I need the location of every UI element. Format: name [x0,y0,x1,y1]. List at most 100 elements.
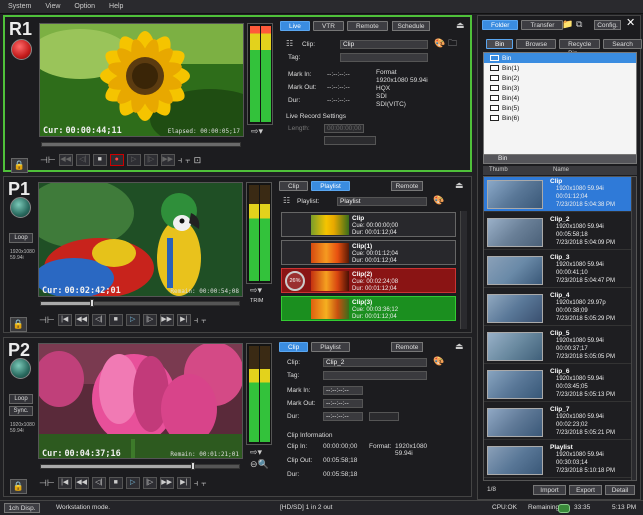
clip-list-item[interactable]: Clip_6 1920x1080 59.94i 00:03:45;05 7/23/20… [484,367,631,402]
rewind-button[interactable]: ◀◀ [74,477,89,489]
play-button[interactable]: ▷ [126,154,141,166]
mark-out-field[interactable]: --:--:--:-- [323,399,363,408]
export-button[interactable]: Export [569,485,602,495]
record-button[interactable] [11,39,32,60]
fast-forward-button[interactable]: ▶▶ [159,477,174,489]
length-spinner[interactable] [324,136,376,145]
r1-output-arrow-icon[interactable]: ⇨▾ [251,125,263,137]
p2-remote-button[interactable]: Remote [391,342,423,352]
p1-output-arrow-icon[interactable]: ⇨▾ [250,284,262,296]
detail-button[interactable]: Detail [605,485,635,495]
tab-clip[interactable]: Clip [279,342,309,352]
lock-icon[interactable]: 🔒 [10,317,27,332]
p2-scrub-bar[interactable] [40,462,240,470]
stop-button[interactable]: ■ [108,477,123,489]
zoom-icon[interactable]: ⊖🔍 [250,458,269,470]
menu-help[interactable]: Help [109,3,123,10]
tree-item[interactable]: Bin(2) [484,73,636,83]
schedule-button[interactable]: Schedule [392,21,430,31]
mark-in-icon[interactable]: ⫞ [178,154,183,166]
new-folder-icon[interactable]: 📁 [562,18,573,30]
tree-item[interactable]: Bin(1) [484,63,636,73]
p1-remote-button[interactable]: Remote [391,181,423,191]
eject-icon[interactable]: ⏏ [455,179,464,191]
rewind-button[interactable]: ◀◀ [58,154,73,166]
clip-list-item[interactable]: Clip_2 1920x1080 59.94i 00:05:58;18 7/23/20… [484,215,631,250]
mark-out-icon[interactable]: ⫟ [201,477,206,489]
rec-transport-button[interactable]: ● [109,154,124,166]
dur-field[interactable]: --:--:--:-- [323,412,363,421]
step-forward-button[interactable]: |▷ [142,477,157,489]
menu-system[interactable]: System [8,3,31,10]
mark-in-out-icon[interactable]: ⊣⊢ [40,154,56,166]
p1-scrub-bar[interactable] [40,299,240,307]
step-back-button[interactable]: ◁| [91,314,106,326]
disp-button[interactable]: 1ch Disp. [4,503,40,513]
import-button[interactable]: Import [533,485,566,495]
clip-list-item[interactable]: Clip 1920x1080 59.94i 00:01:12;04 7/23/2018… [484,177,631,212]
mark-out-icon[interactable]: ⫟ [201,314,206,326]
rewind-button[interactable]: ◀◀ [74,314,89,326]
apply-button[interactable] [369,412,399,421]
clip-list-item[interactable]: Playlist 1920x1080 59.94i 00:30:03;14 7/23/… [484,443,631,478]
length-field[interactable]: 00:00:00;00 [324,124,364,133]
col-name[interactable]: Name [553,166,569,175]
tab-clip[interactable]: Clip [279,181,309,191]
playlist-item-next[interactable]: Clip(3) Cue: 00:03:36;12 Dur: 00:01:12;0… [281,296,456,321]
tab-transfer[interactable]: Transfer [521,20,564,30]
stop-button[interactable]: ■ [92,154,107,166]
mark-out-icon[interactable]: ⫟ [185,154,190,166]
palette-icon[interactable]: 🎨 [434,37,445,49]
tab-remote[interactable]: Remote [346,21,388,31]
clip-list-item[interactable]: Clip_7 1920x1080 59.94i 00:02:23;02 7/23/20… [484,405,631,440]
p1-scrub-handle[interactable] [90,299,95,307]
config-button[interactable]: Config. [594,20,621,30]
step-back-button[interactable]: ◁| [91,477,106,489]
menu-option[interactable]: Option [74,3,95,10]
p1-jog-knob[interactable] [10,197,31,218]
go-end-button[interactable]: ▶| [176,477,191,489]
p2-output-arrow-icon[interactable]: ⇨▾ [250,446,262,458]
tab-bin[interactable]: Bin [486,39,514,49]
r1-scrub-bar[interactable] [41,142,241,147]
mark-in-field[interactable]: --:--:--:-- [323,386,363,395]
tree-item[interactable]: Bin(3) [484,83,636,93]
tab-playlist[interactable]: Playlist [311,181,350,191]
tree-item[interactable]: Bin(5) [484,103,636,113]
clip-field[interactable]: Clip_2 [323,358,427,367]
view-toggle-icon[interactable]: ⧉ [576,18,582,30]
p2-loop-button[interactable]: Loop [9,394,33,404]
tab-folder[interactable]: Folder [482,20,519,30]
tab-live[interactable]: Live [280,21,310,31]
playlist-item[interactable]: Clip(1) Cue: 00:01:12;04 Dur: 00:01:12;0… [281,240,456,265]
go-end-button[interactable]: ▶| [176,314,191,326]
clip-list-item[interactable]: Clip_4 1920x1080 29.97p 00:00:38;09 7/23/20… [484,291,631,326]
p2-scrub-handle[interactable] [191,462,196,470]
clip-field[interactable]: Clip [340,40,428,49]
p2-sync-button[interactable]: Sync. [9,406,33,416]
playlist-field[interactable]: Playlist [337,197,427,206]
stop-button[interactable]: ■ [108,314,123,326]
tag-field[interactable] [323,371,427,380]
tree-item[interactable]: Bin(4) [484,93,636,103]
close-icon[interactable]: ✕ [626,17,635,29]
step-forward-button[interactable]: |▷ [143,154,158,166]
tab-browse[interactable]: Browse [516,39,557,49]
palette-icon[interactable]: 🎨 [433,194,444,206]
tab-recycle-bin[interactable]: Recycle Bin [559,39,601,57]
mark-in-icon[interactable]: ⫞ [194,477,199,489]
go-start-button[interactable]: |◀ [57,314,72,326]
mark-in-out-icon[interactable]: ⊣⊢ [39,314,55,326]
tag-field[interactable] [340,53,428,62]
menu-view[interactable]: View [45,3,60,10]
go-start-button[interactable]: |◀ [57,477,72,489]
palette-icon[interactable]: 🎨 [433,355,444,367]
step-forward-button[interactable]: |▷ [142,314,157,326]
p1-loop-button[interactable]: Loop [9,233,33,243]
tree-item[interactable]: Bin(6) [484,113,636,123]
clip-list-item[interactable]: Clip_5 1920x1080 59.94i 00:00:37;17 7/23/20… [484,329,631,364]
col-thumb[interactable]: Thumb [489,166,508,175]
play-button[interactable]: ▷ [125,477,140,489]
playlist-item-playing[interactable]: 26% Clip(2) Cue: 00:02:24;08 Dur: 00:01:… [281,268,456,293]
eject-icon[interactable]: ⏏ [455,340,464,352]
